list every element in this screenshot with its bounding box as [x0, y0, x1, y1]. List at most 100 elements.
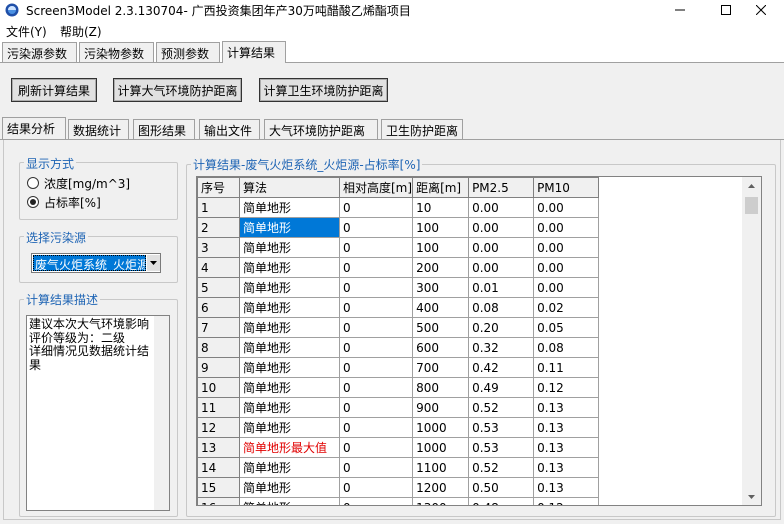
table-cell[interactable]: 0.00 [533, 237, 600, 258]
table-cell[interactable]: 0 [338, 377, 414, 398]
table-cell[interactable]: 0.52 [468, 457, 535, 478]
row-number-cell[interactable]: 9 [197, 357, 240, 378]
tab-data-stats[interactable]: 数据统计 [68, 119, 129, 139]
table-cell[interactable]: 0.12 [533, 497, 600, 505]
table-cell[interactable]: 0.13 [533, 437, 600, 458]
table-cell[interactable]: 0.13 [533, 477, 600, 498]
row-number-cell[interactable]: 13 [197, 437, 240, 458]
table-cell[interactable]: 简单地形 [239, 497, 340, 505]
table-cell[interactable]: 0.00 [468, 197, 535, 218]
source-dropdown[interactable]: 废气火炬系统_火炬源 [31, 253, 161, 273]
scroll-down-button[interactable] [742, 488, 761, 505]
minimize-button[interactable] [657, 0, 703, 20]
row-number-cell[interactable]: 7 [197, 317, 240, 338]
table-cell[interactable]: 700 [412, 357, 470, 378]
table-row[interactable]: 14 简单地形 0 1100 0.52 0.13 [197, 457, 600, 478]
column-header[interactable]: PM10 [533, 177, 600, 198]
table-cell[interactable]: 0.00 [468, 217, 535, 238]
table-cell[interactable]: 0.53 [468, 437, 535, 458]
table-cell[interactable]: 600 [412, 337, 470, 358]
tab-output-files[interactable]: 输出文件 [199, 119, 260, 139]
table-cell[interactable]: 0 [338, 357, 414, 378]
table-cell[interactable]: 0.08 [468, 297, 535, 318]
table-cell[interactable]: 400 [412, 297, 470, 318]
table-row[interactable]: 13 简单地形最大值 0 1000 0.53 0.13 [197, 437, 600, 458]
tab-forecast-params[interactable]: 预测参数 [156, 42, 220, 62]
refresh-results-button[interactable]: 刷新计算结果 [11, 78, 97, 102]
table-cell[interactable]: 0 [338, 477, 414, 498]
table-cell[interactable]: 简单地形 [239, 297, 340, 318]
row-number-cell[interactable]: 16 [197, 497, 240, 505]
concentration-radio-label[interactable]: 浓度[mg/m^3] [44, 175, 130, 192]
ratio-radio[interactable] [27, 196, 39, 208]
table-cell[interactable]: 0.48 [468, 497, 535, 505]
table-cell[interactable]: 0 [338, 397, 414, 418]
table-cell[interactable]: 简单地形最大值 [239, 437, 340, 458]
row-number-cell[interactable]: 15 [197, 477, 240, 498]
table-cell[interactable]: 0.00 [533, 217, 600, 238]
table-cell[interactable]: 100 [412, 217, 470, 238]
table-cell[interactable]: 0.01 [468, 277, 535, 298]
tab-calc-results[interactable]: 计算结果 [222, 41, 286, 63]
table-row[interactable]: 10 简单地形 0 800 0.49 0.12 [197, 377, 600, 398]
table-cell[interactable]: 1300 [412, 497, 470, 505]
results-grid[interactable]: 序号 算法 相对高度[m] 距离[m] PM2.5 PM10 1 简单地形 0 10 0… [196, 176, 762, 506]
table-cell[interactable]: 0.05 [533, 317, 600, 338]
row-number-cell[interactable]: 1 [197, 197, 240, 218]
table-cell[interactable]: 0.00 [533, 257, 600, 278]
table-cell[interactable]: 900 [412, 397, 470, 418]
table-cell[interactable]: 0.08 [533, 337, 600, 358]
calc-atm-distance-button[interactable]: 计算大气环境防护距离 [113, 78, 242, 102]
table-cell[interactable]: 简单地形 [239, 357, 340, 378]
row-number-cell[interactable]: 8 [197, 337, 240, 358]
grid-vertical-scrollbar[interactable] [742, 177, 761, 505]
tab-result-analysis[interactable]: 结果分析 [2, 117, 66, 139]
concentration-radio[interactable] [27, 177, 39, 189]
table-cell[interactable]: 简单地形 [239, 457, 340, 478]
table-cell[interactable]: 0.00 [468, 237, 535, 258]
menu-help[interactable]: 帮助(Z) [60, 23, 102, 40]
table-cell[interactable]: 300 [412, 277, 470, 298]
table-cell[interactable]: 简单地形 [239, 317, 340, 338]
close-button[interactable] [738, 0, 784, 20]
table-cell[interactable]: 10 [412, 197, 470, 218]
table-cell[interactable]: 0 [338, 457, 414, 478]
table-cell[interactable]: 1200 [412, 477, 470, 498]
row-number-cell[interactable]: 14 [197, 457, 240, 478]
table-cell[interactable]: 0.53 [468, 417, 535, 438]
row-number-cell[interactable]: 11 [197, 397, 240, 418]
table-row[interactable]: 16简单地形013000.480.12 [197, 497, 600, 505]
table-cell[interactable]: 0 [338, 297, 414, 318]
table-cell[interactable]: 0.00 [533, 197, 600, 218]
table-row[interactable]: 7 简单地形 0 500 0.20 0.05 [197, 317, 600, 338]
dropdown-arrow-button[interactable] [147, 255, 160, 271]
row-number-cell[interactable]: 12 [197, 417, 240, 438]
tab-atm-distance[interactable]: 大气环境防护距离 [264, 119, 378, 139]
row-number-cell[interactable]: 4 [197, 257, 240, 278]
table-cell[interactable]: 简单地形 [239, 277, 340, 298]
table-cell[interactable]: 0 [338, 197, 414, 218]
column-header[interactable]: 相对高度[m] [338, 177, 414, 198]
row-number-cell[interactable]: 5 [197, 277, 240, 298]
table-cell[interactable]: 500 [412, 317, 470, 338]
table-cell[interactable]: 200 [412, 257, 470, 278]
row-number-cell[interactable]: 2 [197, 217, 240, 238]
row-number-cell[interactable]: 3 [197, 237, 240, 258]
column-header[interactable]: 序号 [197, 177, 240, 198]
table-cell[interactable]: 0.13 [533, 417, 600, 438]
scroll-thumb[interactable] [745, 197, 758, 214]
table-row[interactable]: 8 简单地形 0 600 0.32 0.08 [197, 337, 600, 358]
table-cell[interactable]: 1100 [412, 457, 470, 478]
table-cell[interactable]: 0.02 [533, 297, 600, 318]
table-row[interactable]: 12 简单地形 0 1000 0.53 0.13 [197, 417, 600, 438]
table-cell[interactable]: 简单地形 [239, 417, 340, 438]
table-cell[interactable]: 0.13 [533, 457, 600, 478]
table-row[interactable]: 11 简单地形 0 900 0.52 0.13 [197, 397, 600, 418]
table-cell[interactable]: 简单地形 [239, 197, 340, 218]
table-cell[interactable]: 0.32 [468, 337, 535, 358]
table-row[interactable]: 15 简单地形 0 1200 0.50 0.13 [197, 477, 600, 498]
table-row[interactable]: 2 简单地形 0 100 0.00 0.00 [197, 217, 600, 238]
table-cell[interactable]: 800 [412, 377, 470, 398]
table-cell[interactable]: 100 [412, 237, 470, 258]
table-cell[interactable]: 0 [338, 497, 414, 505]
